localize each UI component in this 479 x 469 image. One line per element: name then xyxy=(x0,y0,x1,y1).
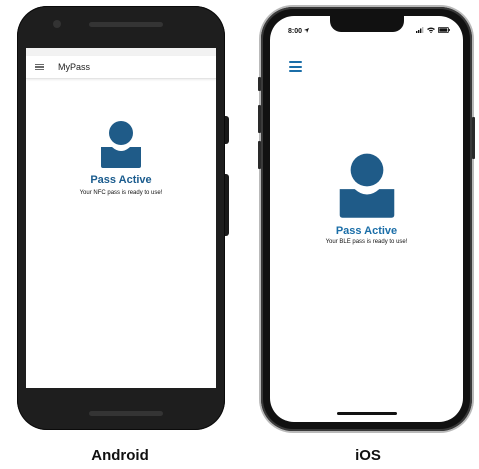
ios-side-button xyxy=(472,117,475,159)
ios-caption: iOS xyxy=(355,447,381,464)
ios-silent-switch xyxy=(258,77,261,91)
location-arrow-icon xyxy=(303,28,309,33)
hamburger-menu-icon[interactable] xyxy=(35,63,44,71)
android-volume-button xyxy=(225,174,229,236)
android-screen: MyPass Pass Active Your NFC pass is read… xyxy=(26,48,216,388)
ios-screen: 8:00 Pass Active Your BLE pass is ready … xyxy=(270,16,463,422)
top-speaker xyxy=(89,22,163,27)
android-caption: Android xyxy=(91,447,149,464)
status-icons xyxy=(416,27,450,33)
ios-device-frame: 8:00 Pass Active Your BLE pass is ready … xyxy=(258,7,475,431)
status-time: 8:00 xyxy=(288,28,309,35)
pass-status-title: Pass Active xyxy=(335,225,398,237)
person-icon xyxy=(101,121,141,168)
ios-notch xyxy=(330,16,404,32)
home-indicator[interactable] xyxy=(337,412,397,415)
bottom-speaker xyxy=(89,411,163,416)
battery-icon xyxy=(438,27,450,33)
android-device-frame: MyPass Pass Active Your NFC pass is read… xyxy=(17,6,229,430)
app-title: MyPass xyxy=(58,62,91,72)
pass-status-panel: Pass Active Your BLE pass is ready to us… xyxy=(270,152,463,245)
status-time-text: 8:00 xyxy=(288,28,303,35)
hamburger-menu-icon[interactable] xyxy=(289,61,302,72)
pass-status-message: Your BLE pass is ready to use! xyxy=(325,239,408,245)
android-power-button xyxy=(225,116,229,144)
ios-volume-down-button xyxy=(258,141,261,169)
ios-volume-up-button xyxy=(258,105,261,133)
signal-icon xyxy=(416,27,424,33)
wifi-icon xyxy=(427,27,435,33)
front-camera xyxy=(53,20,61,28)
person-icon xyxy=(339,153,394,218)
pass-status-message: Your NFC pass is ready to use! xyxy=(79,190,163,196)
android-status-bar xyxy=(26,48,216,56)
pass-status-title: Pass Active xyxy=(90,174,152,186)
android-app-bar: MyPass xyxy=(26,56,216,79)
pass-status-panel: Pass Active Your NFC pass is ready to us… xyxy=(26,120,216,196)
